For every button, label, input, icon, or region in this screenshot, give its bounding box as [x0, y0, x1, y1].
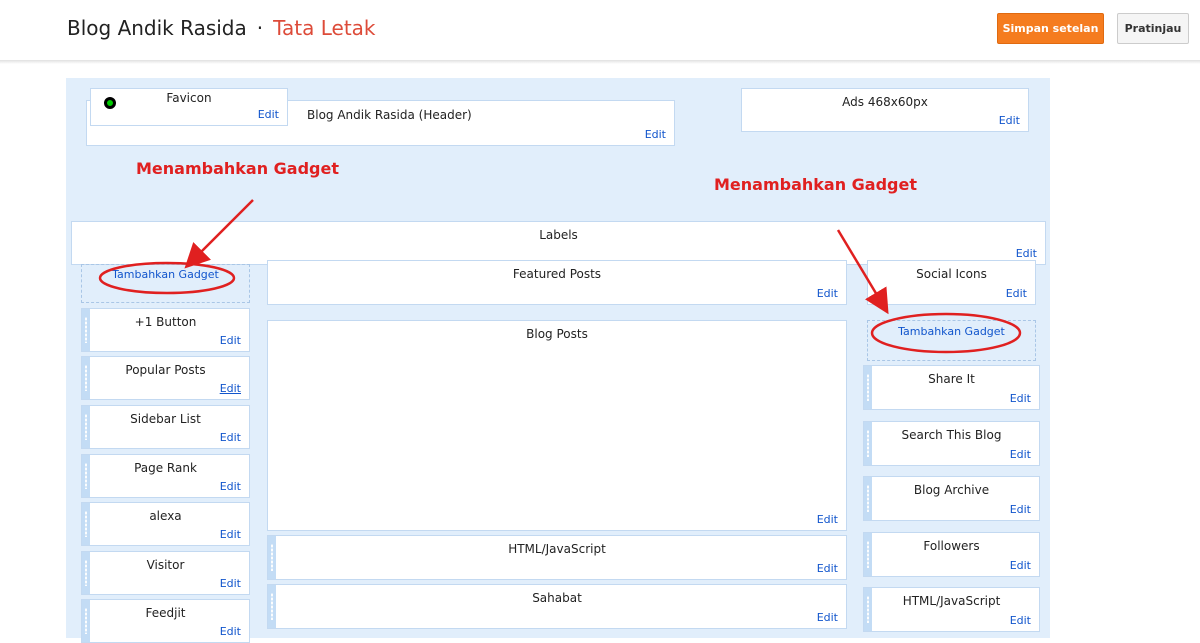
- left-circle-highlight: [98, 261, 236, 295]
- right-circle-highlight: [870, 312, 1022, 354]
- annotation-overlay: [98, 199, 1022, 354]
- left-arrow-icon: [184, 199, 254, 269]
- right-arrow-icon: [836, 229, 889, 315]
